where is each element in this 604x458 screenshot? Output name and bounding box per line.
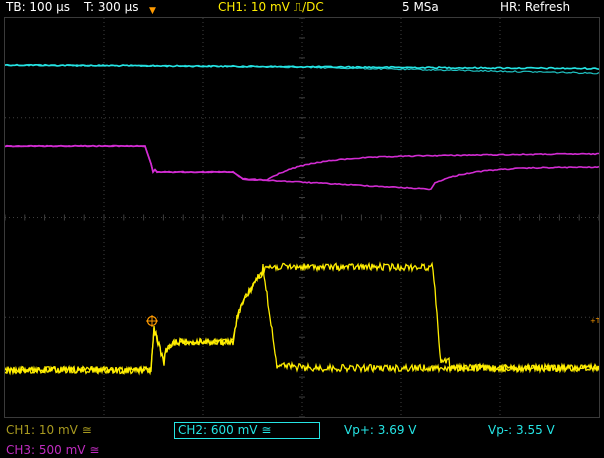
status-bar: TB: 100 µs T: 300 µs CH1: 10 mV ⎍/DC 5 M… — [0, 0, 604, 16]
timebase-readout[interactable]: TB: 100 µs — [6, 0, 70, 15]
ch2-waveform-overlay — [4, 63, 600, 75]
trigger-position-marker-icon: ▼ — [149, 6, 156, 16]
trigger-point-icon[interactable] — [146, 315, 158, 327]
ch3-waveform-overlay — [4, 144, 600, 191]
trigger-time-readout[interactable]: T: 300 µs — [84, 0, 138, 15]
trigger-level-label: +T — [590, 317, 599, 325]
vp-plus-measurement: Vp+: 3.69 V — [344, 423, 417, 437]
ch2-scale-readout[interactable]: CH2: 600 mV ≅ — [174, 422, 320, 439]
sample-rate-readout: 5 MSa — [402, 0, 439, 14]
channel-info-bar: CH1: 10 mV ≅ CH2: 600 mV ≅ Vp+: 3.69 V V… — [0, 418, 604, 457]
horizontal-mode-readout[interactable]: HR: Refresh — [500, 0, 570, 15]
graticule — [4, 17, 600, 418]
ch1-scale-readout[interactable]: CH1: 10 mV ≅ — [6, 422, 92, 438]
trigger-channel-readout[interactable]: CH1: 10 mV ⎍/DC — [218, 0, 324, 15]
waveform-display[interactable]: +T — [4, 17, 601, 418]
vp-minus-measurement: Vp-: 3.55 V — [488, 423, 555, 437]
waveform-canvas: +T — [4, 17, 601, 418]
